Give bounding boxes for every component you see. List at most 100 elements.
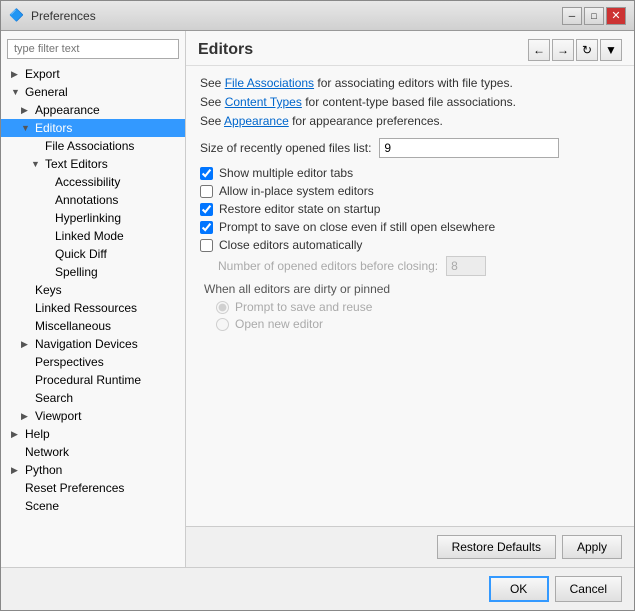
- title-bar-controls: ─ □ ✕: [562, 7, 626, 25]
- tree-label-keys: Keys: [35, 283, 62, 297]
- panel-header: Editors ← → ↻ ▼: [186, 31, 634, 66]
- link-row-1: See File Associations for associating ed…: [200, 76, 620, 90]
- sidebar-item-export[interactable]: ▶Export: [1, 65, 185, 83]
- content-types-link[interactable]: Content Types: [225, 95, 302, 109]
- tree-label-export: Export: [25, 67, 60, 81]
- sidebar-item-miscellaneous[interactable]: Miscellaneous: [1, 317, 185, 335]
- link-row-2: See Content Types for content-type based…: [200, 95, 620, 109]
- tree-label-scene: Scene: [25, 499, 59, 513]
- sidebar-item-general[interactable]: ▼General: [1, 83, 185, 101]
- checkbox-label-show-multiple-tabs: Show multiple editor tabs: [219, 166, 353, 180]
- tree-label-file-associations: File Associations: [45, 139, 134, 153]
- tree-arrow-python: ▶: [11, 465, 23, 476]
- sidebar-item-help[interactable]: ▶Help: [1, 425, 185, 443]
- sidebar-item-accessibility[interactable]: Accessibility: [1, 173, 185, 191]
- tree-label-help: Help: [25, 427, 50, 441]
- tree-label-reset-preferences: Reset Preferences: [25, 481, 124, 495]
- checkbox-label-restore-state: Restore editor state on startup: [219, 202, 380, 216]
- radio-label-open-new: Open new editor: [235, 317, 323, 331]
- radio-prompt-reuse[interactable]: [216, 301, 229, 314]
- checkbox-show-multiple-tabs[interactable]: [200, 167, 213, 180]
- sidebar-item-linked-mode[interactable]: Linked Mode: [1, 227, 185, 245]
- radio-row-prompt-reuse: Prompt to save and reuse: [216, 300, 620, 314]
- title-bar: 🔷 Preferences ─ □ ✕: [1, 1, 634, 31]
- sidebar-item-viewport[interactable]: ▶Viewport: [1, 407, 185, 425]
- checkbox-row-allow-inplace: Allow in-place system editors: [200, 184, 620, 198]
- sidebar-item-text-editors[interactable]: ▼Text Editors: [1, 155, 185, 173]
- link-prefix-1: See: [200, 76, 225, 90]
- checkbox-close-auto[interactable]: [200, 239, 213, 252]
- title-bar-left: 🔷 Preferences: [9, 8, 96, 24]
- file-associations-link[interactable]: File Associations: [225, 76, 314, 90]
- ok-button[interactable]: OK: [489, 576, 549, 602]
- appearance-link[interactable]: Appearance: [224, 114, 289, 128]
- tree-label-appearance: Appearance: [35, 103, 100, 117]
- tree-arrow-help: ▶: [11, 429, 23, 440]
- checkbox-allow-inplace[interactable]: [200, 185, 213, 198]
- checkbox-label-close-auto: Close editors automatically: [219, 238, 362, 252]
- sidebar-item-network[interactable]: Network: [1, 443, 185, 461]
- sidebar-item-editors[interactable]: ▼Editors: [1, 119, 185, 137]
- close-button[interactable]: ✕: [606, 7, 626, 25]
- refresh-button[interactable]: ↻: [576, 39, 598, 61]
- field-label: Size of recently opened files list:: [200, 141, 371, 155]
- sidebar-item-search[interactable]: Search: [1, 389, 185, 407]
- sidebar-item-scene[interactable]: Scene: [1, 497, 185, 515]
- link-suffix-1: for associating editors with file types.: [314, 76, 513, 90]
- sidebar-item-keys[interactable]: Keys: [1, 281, 185, 299]
- radio-label-prompt-reuse: Prompt to save and reuse: [235, 300, 372, 314]
- bottom-bar: Restore Defaults Apply: [186, 526, 634, 567]
- dropdown-button[interactable]: ▼: [600, 39, 622, 61]
- opened-editors-input[interactable]: [446, 256, 486, 276]
- recent-files-input[interactable]: [379, 138, 559, 158]
- tree-container: ▶Export▼General▶Appearance▼EditorsFile A…: [1, 65, 185, 515]
- tree-label-general: General: [25, 85, 68, 99]
- checkboxes-container: Show multiple editor tabs Allow in-place …: [200, 166, 620, 252]
- tree-label-procedural-runtime: Procedural Runtime: [35, 373, 141, 387]
- search-input[interactable]: [7, 39, 179, 59]
- minimize-button[interactable]: ─: [562, 7, 582, 25]
- link-suffix-3: for appearance preferences.: [289, 114, 443, 128]
- restore-defaults-button[interactable]: Restore Defaults: [437, 535, 556, 559]
- sidebar-item-annotations[interactable]: Annotations: [1, 191, 185, 209]
- tree-arrow-export: ▶: [11, 69, 23, 80]
- tree-label-navigation-devices: Navigation Devices: [35, 337, 138, 351]
- tree-label-network: Network: [25, 445, 69, 459]
- sidebar-item-navigation-devices[interactable]: ▶Navigation Devices: [1, 335, 185, 353]
- sidebar-item-appearance[interactable]: ▶Appearance: [1, 101, 185, 119]
- field-row: Size of recently opened files list:: [200, 138, 620, 158]
- tree-label-perspectives: Perspectives: [35, 355, 104, 369]
- link-row-3: See Appearance for appearance preference…: [200, 114, 620, 128]
- radio-open-new[interactable]: [216, 318, 229, 331]
- checkbox-row-show-multiple-tabs: Show multiple editor tabs: [200, 166, 620, 180]
- sidebar-item-procedural-runtime[interactable]: Procedural Runtime: [1, 371, 185, 389]
- tree-label-quick-diff: Quick Diff: [55, 247, 107, 261]
- sidebar-item-python[interactable]: ▶Python: [1, 461, 185, 479]
- checkbox-prompt-save[interactable]: [200, 221, 213, 234]
- sidebar-item-hyperlinking[interactable]: Hyperlinking: [1, 209, 185, 227]
- window-icon: 🔷: [9, 8, 25, 24]
- maximize-button[interactable]: □: [584, 7, 604, 25]
- cancel-button[interactable]: Cancel: [555, 576, 622, 602]
- tree-label-python: Python: [25, 463, 62, 477]
- checkbox-restore-state[interactable]: [200, 203, 213, 216]
- forward-button[interactable]: →: [552, 39, 574, 61]
- tree-label-miscellaneous: Miscellaneous: [35, 319, 111, 333]
- sidebar-item-reset-preferences[interactable]: Reset Preferences: [1, 479, 185, 497]
- sidebar-item-perspectives[interactable]: Perspectives: [1, 353, 185, 371]
- panel-title: Editors: [198, 41, 253, 59]
- tree-arrow-general: ▼: [11, 87, 23, 97]
- link-prefix-2: See: [200, 95, 225, 109]
- sidebar-item-spelling[interactable]: Spelling: [1, 263, 185, 281]
- tree-label-linked-mode: Linked Mode: [55, 229, 124, 243]
- sidebar-item-file-associations[interactable]: File Associations: [1, 137, 185, 155]
- sidebar-item-quick-diff[interactable]: Quick Diff: [1, 245, 185, 263]
- sidebar-item-linked-resources[interactable]: Linked Ressources: [1, 299, 185, 317]
- preferences-window: 🔷 Preferences ─ □ ✕ ▶Export▼General▶Appe…: [0, 0, 635, 611]
- apply-button[interactable]: Apply: [562, 535, 622, 559]
- checkbox-label-allow-inplace: Allow in-place system editors: [219, 184, 374, 198]
- back-button[interactable]: ←: [528, 39, 550, 61]
- sidebar: ▶Export▼General▶Appearance▼EditorsFile A…: [1, 31, 186, 567]
- tree-label-linked-resources: Linked Ressources: [35, 301, 137, 315]
- tree-label-viewport: Viewport: [35, 409, 81, 423]
